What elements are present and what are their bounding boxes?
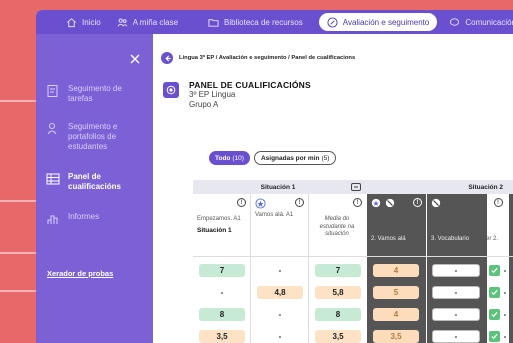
hidden-icon (431, 198, 441, 208)
situation-1-header: Situación 1 (193, 180, 363, 194)
top-navigation-bar: Inicio A miña clase Biblioteca de recurs… (36, 10, 513, 34)
grade-cell[interactable]: - (501, 264, 509, 277)
grade-cell[interactable]: - (257, 330, 303, 343)
grade-cell[interactable]: 3,5 (373, 330, 419, 343)
check-icon[interactable] (489, 265, 500, 276)
nav-avaliacion[interactable]: Avaliación e seguimento (318, 13, 438, 31)
sidebar-item-panel-cualificacions[interactable]: Panel de cualificacións (46, 172, 138, 192)
grade-cell[interactable]: - (501, 308, 509, 321)
main-content: Lingua 3º EP / Avaliación e seguimento /… (153, 34, 513, 343)
info-icon[interactable]: ! (353, 198, 362, 207)
grade-cell[interactable]: - (432, 264, 480, 277)
app-window: Inicio A miña clase Biblioteca de recurs… (36, 10, 513, 343)
grade-cell[interactable]: 5,8 (315, 286, 361, 299)
expand-columns-icon[interactable] (351, 183, 361, 191)
badge-star-icon (371, 198, 381, 208)
folder-icon (208, 18, 219, 27)
back-button[interactable] (161, 52, 173, 64)
grade-cell[interactable]: - (199, 286, 245, 299)
info-icon[interactable]: ! (493, 198, 503, 207)
grade-cell[interactable]: - (501, 330, 509, 343)
nav-comunicacion[interactable]: Comunicación (441, 13, 513, 31)
xerador-probas-link[interactable]: Xerador de probas (47, 269, 113, 278)
grade-cell[interactable]: - (432, 308, 480, 321)
sidebar-item-informes[interactable]: Informes (46, 212, 99, 226)
grade-cell[interactable]: 4 (373, 264, 419, 277)
grade-cell[interactable]: - (432, 286, 480, 299)
grade-cell[interactable]: 8 (199, 308, 245, 321)
grade-cell[interactable]: 3,5 (315, 330, 361, 343)
badge-star-icon (255, 198, 266, 209)
grade-cell[interactable]: - (257, 264, 303, 277)
chat-icon (450, 17, 460, 26)
grade-cell[interactable]: 7 (199, 264, 245, 277)
page-title: PANEL DE CUALIFICACIÓNS (189, 80, 311, 90)
filter-assigned-chip[interactable]: Asignadas por min (5) (253, 151, 337, 165)
grade-cell[interactable]: - (432, 330, 480, 343)
pencil-icon (327, 16, 338, 28)
grades-grid: Situación 1 Situación 2 ! Empezamos. A1 … (153, 180, 513, 343)
check-icon[interactable] (489, 331, 500, 342)
task-list-icon (47, 85, 58, 97)
info-icon[interactable]: ! (237, 198, 246, 207)
grade-cell[interactable]: 8 (315, 308, 361, 321)
grade-cell[interactable]: 3,5 (199, 330, 245, 343)
page-header: PANEL DE CUALIFICACIÓNS 3º EP Lingua Gru… (163, 80, 311, 110)
nav-a-mina-clase[interactable]: A miña clase (109, 13, 186, 31)
check-icon[interactable] (489, 287, 500, 298)
info-icon[interactable]: ! (295, 198, 304, 207)
filter-chips: Todo (10) Asignadas por min (5) (209, 151, 337, 165)
sidebar-item-seguimento-estudantes[interactable]: Seguimento e portafolios de estudantes (46, 122, 138, 152)
close-icon[interactable] (130, 54, 140, 64)
grid-panel-icon (46, 173, 60, 185)
nav-inicio[interactable]: Inicio (58, 13, 109, 31)
situation-2-header: Situación 2 (363, 180, 513, 194)
grade-cell[interactable]: - (501, 286, 509, 299)
group-name: Grupo A (189, 100, 219, 109)
course-name: 3º EP Lingua (189, 90, 236, 99)
home-icon (67, 17, 76, 27)
info-icon[interactable]: ! (413, 198, 422, 207)
nav-biblioteca[interactable]: Biblioteca de recursos (200, 13, 311, 31)
sidebar: Seguimento de tarefas Seguimento e porta… (36, 34, 153, 343)
sidebar-item-seguimento-tarefas[interactable]: Seguimento de tarefas (46, 84, 138, 104)
background-page-strip (0, 0, 36, 343)
bar-chart-icon (47, 215, 58, 224)
arrow-left-icon (164, 54, 171, 62)
people-icon (117, 18, 128, 26)
hidden-icon (385, 198, 395, 208)
filter-all-chip[interactable]: Todo (10) (209, 151, 250, 165)
check-icon[interactable] (489, 309, 500, 320)
grade-cell[interactable]: 4,8 (257, 286, 303, 299)
panel-icon (163, 82, 179, 98)
breadcrumb: Lingua 3º EP / Avaliación e seguimento /… (161, 52, 355, 64)
grade-cell[interactable]: 4 (373, 308, 419, 321)
grade-cell[interactable]: 5 (373, 286, 419, 299)
grade-cell[interactable]: - (257, 308, 303, 321)
student-icon (47, 123, 57, 135)
grade-cell[interactable]: 7 (315, 264, 361, 277)
